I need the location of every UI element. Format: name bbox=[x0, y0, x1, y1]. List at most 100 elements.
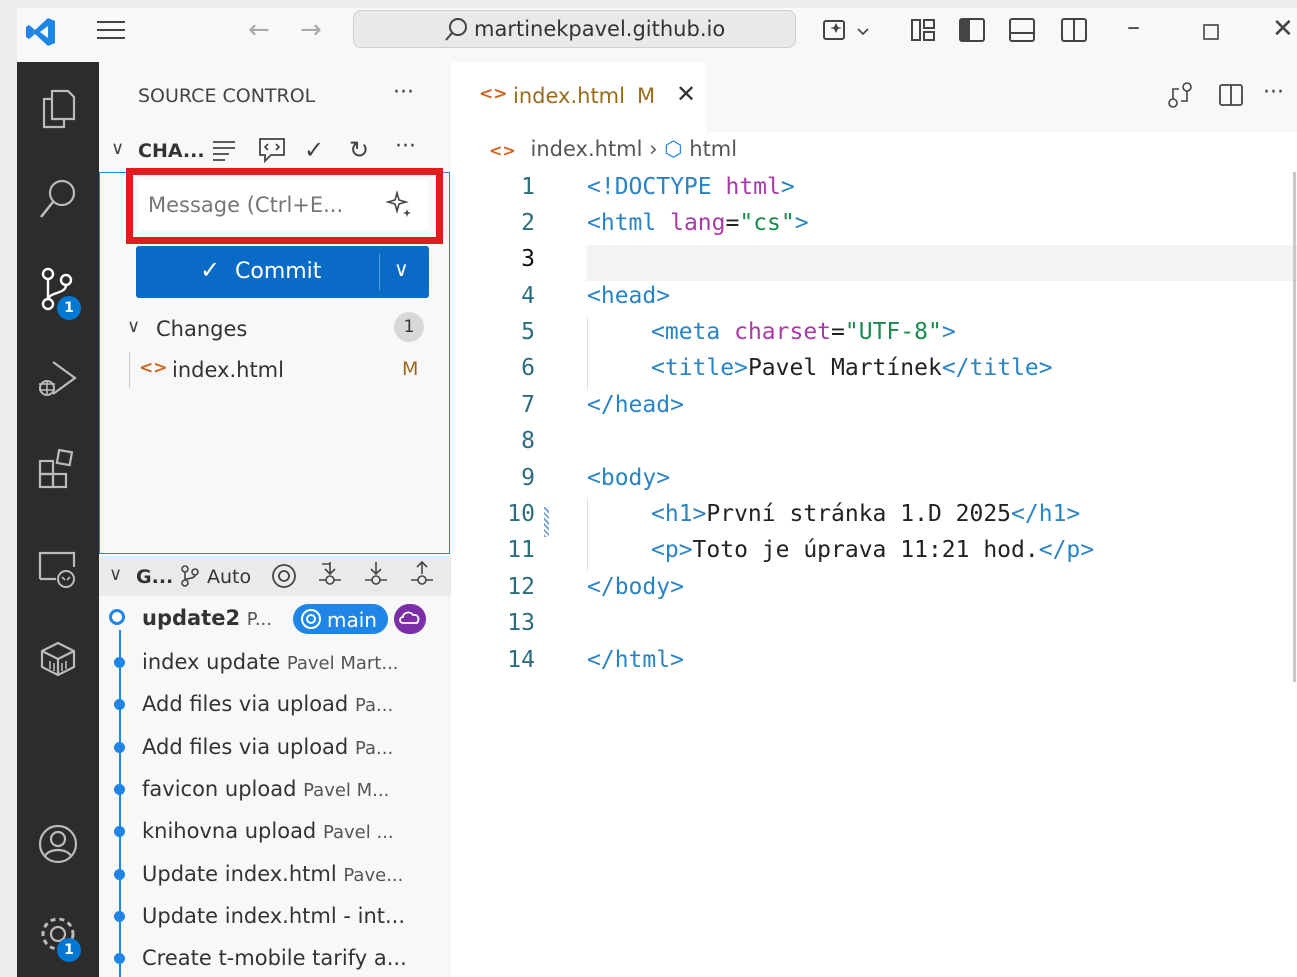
line-number: 7 bbox=[521, 392, 535, 418]
toggle-panel-icon[interactable] bbox=[1008, 17, 1036, 48]
commit-row[interactable]: knihovna upload Pavel ... bbox=[142, 819, 394, 843]
forward-arrow-icon[interactable]: → bbox=[300, 17, 322, 43]
code-line-2[interactable]: <html lang="cs"> bbox=[587, 210, 809, 236]
commit-node bbox=[114, 911, 125, 922]
commit-title: index update bbox=[142, 650, 281, 674]
commit-row[interactable]: Create t-mobile tarify a... bbox=[142, 946, 407, 970]
copilot-icon[interactable] bbox=[822, 17, 874, 50]
commit-author: Pavel M... bbox=[303, 780, 390, 801]
code-line-1[interactable]: <!DOCTYPE html> bbox=[587, 174, 795, 200]
commit-row[interactable]: Update index.html - int... bbox=[142, 904, 405, 928]
close-tab-icon[interactable]: ✕ bbox=[676, 80, 696, 108]
commit-title: Create t-mobile tarify a... bbox=[142, 946, 407, 970]
changes-count-badge: 1 bbox=[394, 312, 424, 342]
commit-row[interactable]: favicon upload Pavel M... bbox=[142, 777, 389, 801]
graph-auto-label[interactable]: Auto bbox=[207, 566, 251, 588]
code-line-11[interactable]: <p>Toto je úprava 11:21 hod.</p> bbox=[651, 537, 1094, 563]
vscode-logo bbox=[24, 15, 58, 49]
remote-explorer-icon[interactable] bbox=[17, 544, 99, 594]
commit-dropdown-chevron-icon[interactable]: ∨ bbox=[394, 257, 409, 281]
extensions-icon[interactable] bbox=[17, 444, 99, 494]
editor-tab-index-html[interactable]: <> index.html M ✕ bbox=[451, 62, 706, 132]
commit-comment-icon[interactable] bbox=[257, 136, 287, 168]
checkmark-icon[interactable]: ✓ bbox=[304, 136, 324, 164]
split-editor-icon[interactable] bbox=[1218, 83, 1244, 111]
layout-icon[interactable] bbox=[910, 17, 936, 48]
html-file-icon: <> bbox=[489, 141, 516, 160]
commit-row[interactable]: Add files via upload Pa... bbox=[142, 692, 393, 716]
commit-title: Update index.html bbox=[142, 862, 337, 886]
line-number: 14 bbox=[507, 647, 535, 673]
commit-row-head[interactable]: update2 P... bbox=[142, 606, 272, 630]
commit-title: Add files via upload bbox=[142, 735, 349, 759]
target-icon bbox=[299, 607, 323, 635]
explorer-icon[interactable] bbox=[17, 84, 99, 134]
command-center-search[interactable]: martinekpavel.github.io bbox=[353, 10, 796, 48]
minimize-icon[interactable]: – bbox=[1127, 14, 1140, 40]
branch-icon bbox=[179, 564, 201, 592]
toggle-secondary-sidebar-icon[interactable] bbox=[1060, 17, 1088, 48]
tab-label: index.html bbox=[513, 84, 625, 108]
breadcrumb-file[interactable]: index.html bbox=[531, 137, 643, 161]
code-line-10[interactable]: <h1>První stránka 1.D 2025</h1> bbox=[651, 501, 1080, 527]
commit-node bbox=[114, 657, 125, 668]
commit-node bbox=[114, 784, 125, 795]
changes-section-title: CHA... bbox=[138, 140, 205, 162]
commit-node bbox=[114, 953, 125, 964]
close-window-icon[interactable]: ✕ bbox=[1272, 16, 1294, 42]
code-line-6[interactable]: <title>Pavel Martínek</title> bbox=[651, 355, 1053, 381]
open-changes-icon[interactable] bbox=[1165, 80, 1195, 114]
commit-author: Pa... bbox=[354, 695, 394, 716]
code-line-7[interactable]: </head> bbox=[587, 392, 684, 418]
sparkle-icon[interactable] bbox=[385, 190, 415, 224]
commit-message-input[interactable]: Message (Ctrl+E... bbox=[139, 180, 428, 230]
branch-badge-main[interactable]: main bbox=[293, 604, 388, 634]
commit-button[interactable]: ✓ Commit ∨ bbox=[136, 246, 429, 298]
view-as-list-icon[interactable] bbox=[211, 138, 237, 166]
editor-scrollbar[interactable] bbox=[1293, 172, 1296, 682]
commit-author: Pave... bbox=[343, 865, 404, 886]
graph-section-title: G... bbox=[136, 566, 174, 588]
push-icon[interactable] bbox=[409, 560, 435, 596]
run-debug-icon[interactable] bbox=[17, 354, 99, 404]
search-icon[interactable] bbox=[17, 174, 99, 224]
editor-more-icon[interactable]: ··· bbox=[1263, 80, 1284, 105]
target-icon[interactable] bbox=[271, 563, 297, 593]
line-number: 13 bbox=[507, 610, 535, 636]
changed-file-status: M bbox=[402, 358, 419, 380]
maximize-icon[interactable] bbox=[1202, 20, 1220, 46]
changes-group-header[interactable]: ∨ Changes 1 bbox=[99, 310, 451, 346]
changed-file-item[interactable]: <> index.html M bbox=[129, 352, 440, 388]
editor-area: <> index.html M ✕ ··· <> index.html › ⬡ … bbox=[451, 62, 1297, 977]
changed-file-name: index.html bbox=[172, 358, 284, 382]
commit-row[interactable]: Add files via upload Pa... bbox=[142, 735, 393, 759]
code-line-5[interactable]: <meta charset="UTF-8"> bbox=[651, 319, 956, 345]
code-line-4[interactable]: <head> bbox=[587, 283, 670, 309]
commit-title: Add files via upload bbox=[142, 692, 349, 716]
containers-icon[interactable] bbox=[17, 634, 99, 684]
code-line-12[interactable]: </body> bbox=[587, 574, 684, 600]
changes-more-icon[interactable]: ··· bbox=[395, 134, 416, 159]
refresh-icon[interactable]: ↻ bbox=[349, 136, 369, 164]
sidebar-more-icon[interactable]: ··· bbox=[393, 80, 414, 105]
indent-guide bbox=[587, 317, 588, 389]
fetch-icon[interactable] bbox=[317, 560, 343, 596]
toggle-sidebar-icon[interactable] bbox=[958, 17, 986, 48]
back-arrow-icon[interactable]: ← bbox=[248, 17, 270, 43]
code-line-14[interactable]: </html> bbox=[587, 647, 684, 673]
window-frame bbox=[0, 0, 1297, 8]
line-number: 3 bbox=[521, 246, 535, 272]
changes-section-header[interactable]: ∨ CHA... ✓ ↻ ··· bbox=[99, 132, 451, 170]
graph-section-header[interactable]: ∨ G... Auto bbox=[99, 556, 451, 596]
commit-title: update2 bbox=[142, 606, 241, 630]
pull-icon[interactable] bbox=[363, 560, 389, 596]
accounts-icon[interactable] bbox=[17, 819, 99, 869]
commit-row[interactable]: index update Pavel Mart... bbox=[142, 650, 399, 674]
commit-row[interactable]: Update index.html Pave... bbox=[142, 862, 403, 886]
tab-modified-status: M bbox=[637, 84, 656, 108]
line-number: 9 bbox=[521, 465, 535, 491]
breadcrumb-symbol[interactable]: html bbox=[689, 137, 737, 161]
code-line-9[interactable]: <body> bbox=[587, 465, 670, 491]
line-number: 5 bbox=[521, 319, 535, 345]
menu-icon[interactable] bbox=[95, 17, 127, 48]
